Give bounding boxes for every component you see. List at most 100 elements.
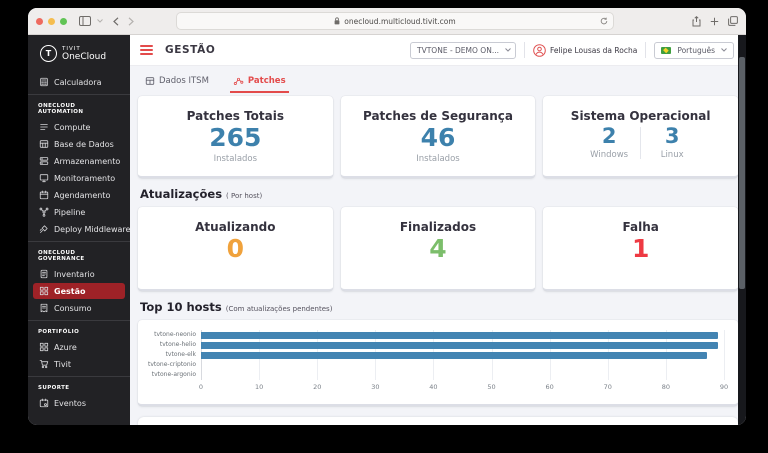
sidebar-item-armazenamento[interactable]: Armazenamento [33, 153, 125, 169]
sidebar-section-header: SUPORTE [38, 385, 70, 391]
url-text: onecloud.multicloud.tivit.com [344, 16, 456, 26]
sidebar-nav: Calculadora ONECLOUD AUTOMATION Compute Bas… [28, 71, 130, 412]
tab-patches[interactable]: Patches [229, 74, 289, 93]
tab-overview-icon[interactable] [728, 16, 738, 27]
section-subtitle-text: (Com atualizações pendentes) [225, 305, 333, 313]
forward-button[interactable] [128, 16, 134, 26]
deploy-icon [39, 224, 49, 234]
page-scrollbar-thumb[interactable] [739, 57, 745, 289]
reload-icon[interactable] [600, 17, 608, 25]
chart-tick-label: 70 [603, 383, 612, 391]
grid-icon [39, 342, 49, 352]
card-sistema-operacional: Sistema Operacional 2 Windows 3 Linux [543, 96, 738, 178]
sidebar-section-header: PORTIFÓLIO [38, 329, 80, 335]
sidebar-item-consumo[interactable]: Consumo [33, 300, 125, 316]
brand-logo[interactable]: T TIVIT OneCloud [28, 35, 130, 71]
share-icon[interactable] [692, 15, 701, 27]
sidebar-item-gestao[interactable]: Gestão [33, 283, 125, 299]
close-window-button[interactable] [36, 17, 43, 25]
card-finalizados: Finalizados 4 [340, 207, 536, 291]
chevron-down-icon [505, 48, 511, 52]
sidebar-item-calculadora[interactable]: Calculadora [33, 74, 125, 90]
chart-x-axis: 0 10 20 30 40 50 60 70 80 90 [199, 383, 728, 395]
top-hosts-chart-card: tvtone-neonio tvtone-helio tvtone-elk tvton… [138, 320, 738, 406]
sidebar-item-label: Eventos [54, 398, 86, 408]
toolbar-chevron-down-icon[interactable] [97, 19, 103, 23]
page-content: Dados ITSM Patches Patches Totais 265 In… [130, 66, 746, 425]
menu-toggle-icon[interactable] [140, 45, 153, 55]
sidebar-item-azure[interactable]: Azure [33, 339, 125, 355]
back-button[interactable] [113, 16, 119, 26]
sidebar-item-monitoramento[interactable]: Monitoramento [33, 170, 125, 186]
sidebar-item-inventario[interactable]: Inventario [33, 266, 125, 282]
sidebar-toggle-icon[interactable] [79, 16, 91, 26]
user-name-text: Felipe Lousas da Rocha [550, 45, 638, 55]
sidebar-item-tivit[interactable]: Tivit [33, 356, 125, 372]
sidebar-item-label: Gestão [54, 286, 86, 296]
sidebar-item-label: Inventario [54, 269, 95, 279]
card-value: 0 [226, 234, 245, 263]
table-icon [145, 76, 155, 86]
user-avatar-icon [533, 43, 546, 57]
grid-icon [39, 286, 49, 296]
sidebar-item-eventos[interactable]: Eventos [33, 395, 125, 411]
card-title: Patches de Segurança [362, 109, 513, 123]
language-value: Português [677, 45, 715, 55]
database-icon [39, 139, 49, 149]
sidebar-item-pipeline[interactable]: Pipeline [33, 204, 125, 220]
address-bar[interactable]: onecloud.multicloud.tivit.com [176, 12, 614, 30]
chart-category-label: tvtone-argonio [151, 371, 196, 378]
chart-bar [201, 341, 719, 349]
chart-bar-row [201, 350, 724, 360]
main-area: GESTÃO TVTONE - DEMO ON... Felipe Lousas… [130, 35, 746, 425]
tivit-logo-icon: T [40, 45, 57, 62]
sidebar-item-deploy-middleware[interactable]: Deploy Middleware [33, 221, 130, 237]
patches-graph-icon [233, 76, 244, 86]
section-top-hosts: Top 10 hosts (Com atualizações pendentes… [140, 300, 736, 314]
new-tab-icon[interactable] [710, 16, 719, 27]
card-value: 265 [209, 123, 262, 152]
minimize-window-button[interactable] [48, 17, 55, 25]
header-divider [645, 42, 647, 58]
sidebar-section-header: ONECLOUD GOVERNANCE [38, 250, 85, 262]
zoom-window-button[interactable] [60, 17, 67, 25]
language-selector-dropdown[interactable]: Português [654, 41, 734, 59]
os-label: Linux [660, 150, 684, 160]
app-header: GESTÃO TVTONE - DEMO ON... Felipe Lousas… [130, 35, 746, 66]
chart-plot-area: 0 10 20 30 40 50 60 70 80 90 [199, 330, 728, 395]
os-windows: 2 Windows [578, 124, 640, 160]
chevron-down-icon [721, 48, 727, 52]
page-scrollbar[interactable] [738, 35, 746, 425]
stats-row-atualizacoes: Atualizando 0 Finalizados 4 Falha 1 [138, 207, 738, 291]
sidebar-group: SUPORTE Eventos [28, 376, 130, 411]
sidebar-item-agendamento[interactable]: Agendamento [33, 187, 125, 203]
section-title-text: Atualizações [140, 187, 223, 201]
card-title: Sistema Operacional [570, 109, 711, 123]
chart-bar-row [201, 340, 724, 350]
pipeline-icon [39, 207, 49, 217]
card-title: Atualizando [195, 220, 276, 234]
sidebar-item-label: Monitoramento [54, 173, 116, 183]
chart-bar [201, 331, 719, 339]
sidebar-item-label: Azure [54, 342, 77, 352]
chart-tick-label: 90 [719, 383, 729, 391]
os-value: 2 [601, 124, 617, 148]
chart-y-labels: tvtone-neonio tvtone-helio tvtone-elk tvton… [144, 330, 201, 395]
chart-tick-label: 80 [661, 383, 671, 391]
chart-category-label: tvtone-elk [165, 351, 196, 358]
card-value: 4 [429, 234, 447, 263]
card-title: Falha [622, 220, 659, 234]
tab-dados-itsm[interactable]: Dados ITSM [142, 74, 212, 91]
section-atualizacoes: Atualizações ( Por host) [140, 187, 736, 201]
chart-tick-label: 30 [371, 383, 380, 391]
section-title-text: Top 10 hosts [140, 300, 222, 314]
sidebar-item-compute[interactable]: Compute [33, 119, 125, 135]
sidebar-item-label: Agendamento [54, 190, 111, 200]
sidebar-item-label: Armazenamento [54, 156, 121, 166]
org-selector-dropdown[interactable]: TVTONE - DEMO ON... [410, 41, 517, 59]
chart-category-label: tvtone-criptonio [148, 361, 196, 368]
user-menu[interactable]: Felipe Lousas da Rocha [533, 43, 638, 57]
sidebar-item-label: Pipeline [54, 207, 86, 217]
sidebar-item-base-de-dados[interactable]: Base de Dados [33, 136, 125, 152]
chart-bar-row [201, 370, 724, 380]
